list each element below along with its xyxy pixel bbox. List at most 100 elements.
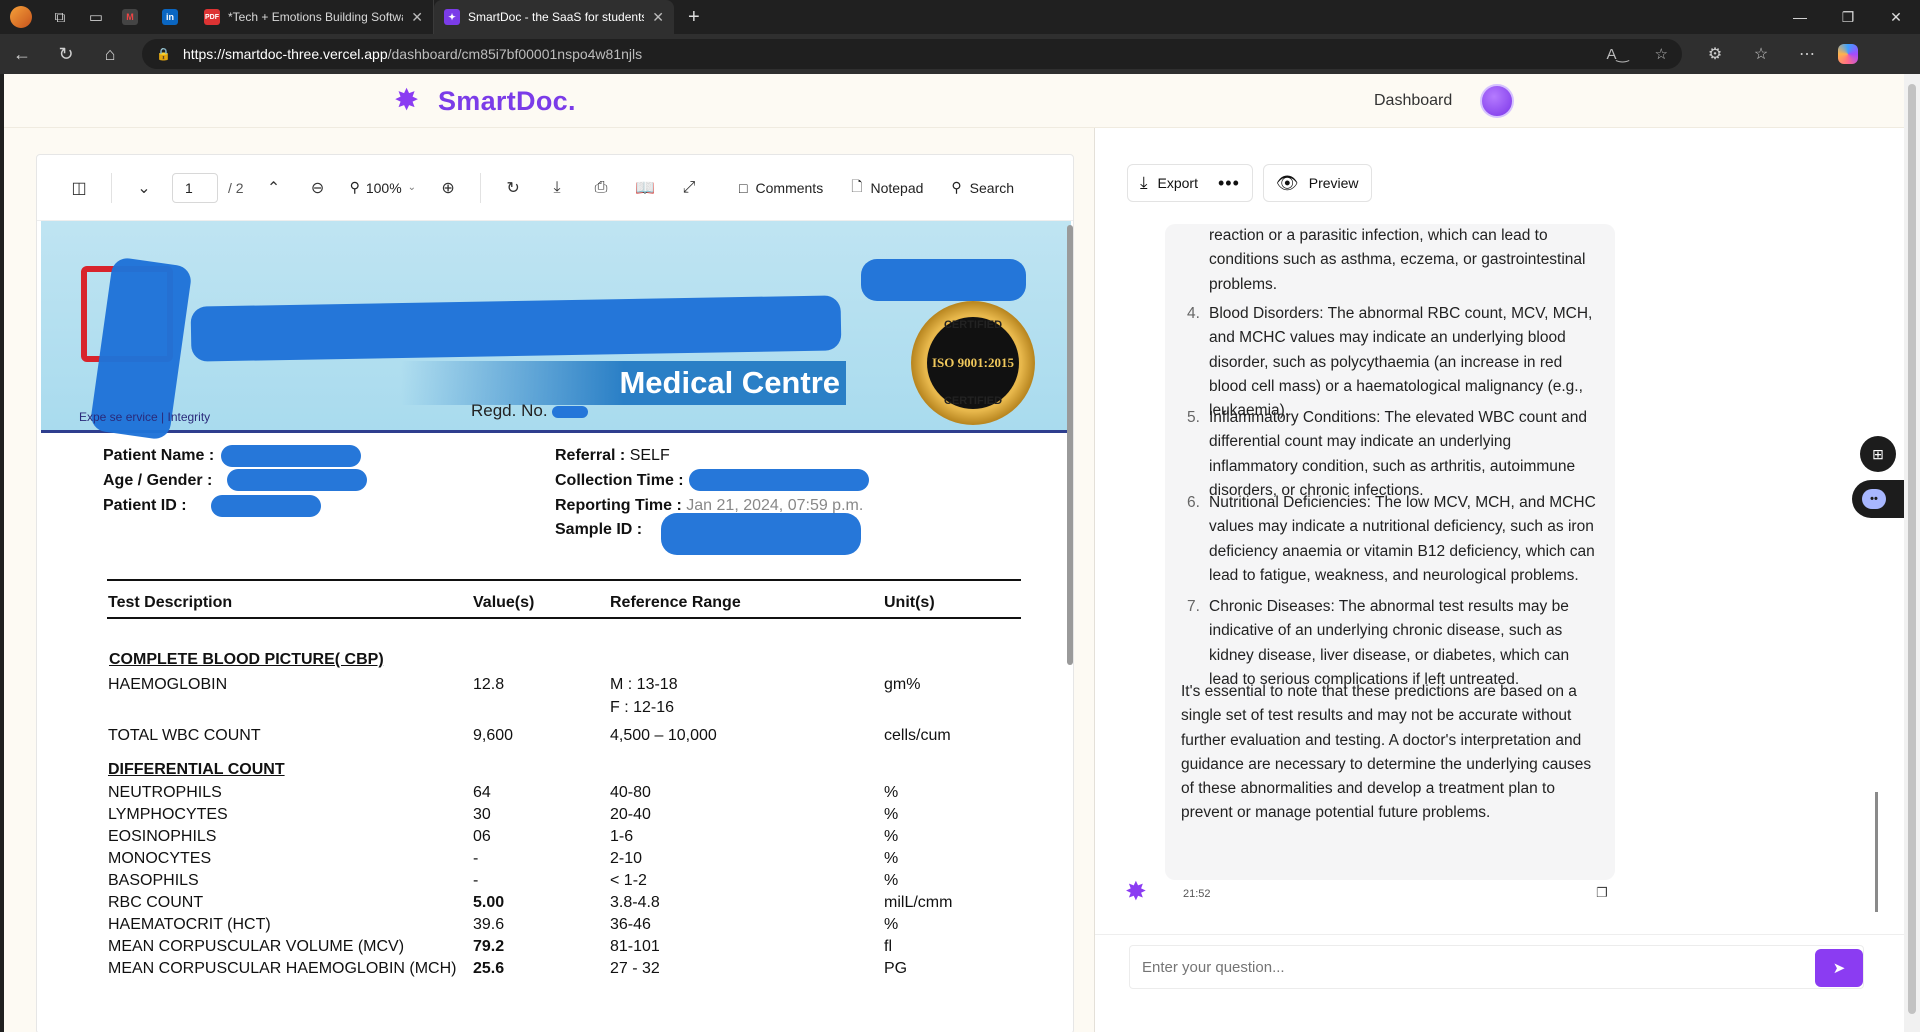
sample-id-field: Sample ID :: [555, 521, 642, 539]
copy-icon[interactable]: ❐: [1589, 880, 1615, 906]
result-row: MEAN CORPUSCULAR HAEMOGLOBIN (MCH) 25.6 27…: [108, 960, 1048, 982]
referral-value: SELF: [629, 447, 670, 464]
pdf-scrollbar[interactable]: [1067, 225, 1073, 665]
result-row: MEAN CORPUSCULAR VOLUME (MCV) 79.2 81-101 f…: [108, 938, 1048, 960]
regd-label: Regd. No.: [471, 401, 548, 420]
redaction-mark: [661, 513, 861, 555]
test-value: 25.6: [473, 960, 505, 977]
fullscreen-icon[interactable]: ⤢: [667, 179, 711, 197]
nav-dashboard-link[interactable]: Dashboard: [1374, 92, 1452, 110]
extensions-icon[interactable]: ⚙: [1692, 44, 1738, 64]
browser-profile-avatar[interactable]: [10, 6, 32, 28]
assistant-widget[interactable]: ••: [1852, 480, 1904, 518]
refresh-icon[interactable]: ↻: [44, 34, 88, 74]
eye-icon: 👁: [1275, 172, 1299, 193]
zoom-in-icon[interactable]: ⊕: [426, 178, 470, 198]
result-row: BASOPHILS - < 1-2%: [108, 872, 1048, 894]
zoom-out-icon[interactable]: ⊖: [296, 178, 340, 198]
rotate-icon[interactable]: ↻: [491, 178, 535, 198]
print-icon[interactable]: ⎙: [579, 179, 623, 197]
tab-smartdoc[interactable]: ✦ SmartDoc - the SaaS for students ✕: [434, 0, 674, 34]
book-view-icon[interactable]: 📖: [623, 178, 667, 198]
result-row: TOTAL WBC COUNT 9,600 4,500 – 10,000 cel…: [108, 727, 1048, 749]
notepad-button[interactable]: 🗋 Notepad: [851, 176, 923, 200]
message-timestamp: 21:52: [1183, 888, 1211, 900]
lock-icon[interactable]: 🔒: [156, 47, 171, 61]
prev-page-chevron-up-icon[interactable]: ⌃: [252, 178, 296, 198]
test-range: M : 13-18: [610, 676, 678, 693]
tab-linkedin[interactable]: in: [154, 0, 194, 34]
read-aloud-icon[interactable]: A‿: [1606, 45, 1628, 63]
send-button[interactable]: ➤: [1815, 949, 1863, 987]
tab-actions-icon[interactable]: ▭: [78, 0, 114, 34]
page-scrollbar-thumb[interactable]: [1908, 84, 1916, 1014]
next-page-chevron-down-icon[interactable]: ⌄: [122, 178, 166, 198]
toolbar-divider: [111, 172, 112, 203]
home-icon[interactable]: ⌂: [88, 34, 132, 74]
col-reference-range: Reference Range: [610, 594, 741, 611]
test-name: MONOCYTES: [108, 850, 212, 867]
zoom-dropdown[interactable]: ⚲ 100% ⌄: [350, 179, 416, 196]
closing-paragraph: It's essential to note that these predic…: [1181, 683, 1592, 822]
sample-id-label: Sample ID :: [555, 521, 643, 538]
tab-gmail[interactable]: M: [114, 0, 154, 34]
test-range: 81-101: [610, 938, 660, 955]
close-tab-icon[interactable]: ✕: [652, 9, 664, 26]
user-avatar[interactable]: [1480, 84, 1514, 118]
test-name: BASOPHILS: [108, 872, 199, 889]
patient-id-field: Patient ID :: [103, 497, 187, 515]
test-value: 64: [473, 784, 491, 801]
close-tab-icon[interactable]: ✕: [411, 9, 423, 26]
assistant-message: reaction or a parasitic infection, which…: [1165, 224, 1615, 880]
url-field[interactable]: 🔒 https://smartdoc-three.vercel.app /das…: [142, 39, 1682, 69]
new-tab-button[interactable]: +: [688, 6, 700, 29]
more-menu-icon[interactable]: ⋯: [1784, 44, 1830, 64]
smartdoc-favicon-icon: ✦: [444, 9, 460, 25]
search-icon: ⚲: [951, 179, 962, 195]
chat-scrollbar[interactable]: [1875, 792, 1878, 912]
minimize-icon[interactable]: —: [1776, 0, 1824, 34]
download-icon: ⤓: [1140, 173, 1148, 192]
lab-name-banner: Medical Centre: [401, 361, 846, 405]
apps-widget-icon[interactable]: ⊞: [1860, 436, 1896, 472]
test-unit: %: [884, 916, 899, 933]
result-row: HAEMATOCRIT (HCT) 39.6 36-46%: [108, 916, 1048, 938]
test-value: 39.6: [473, 916, 505, 933]
list-item-number: 5.: [1187, 409, 1200, 426]
test-range: 40-80: [610, 784, 651, 801]
notepad-icon: 🗋: [851, 177, 863, 194]
back-icon[interactable]: ←: [0, 34, 44, 74]
test-value: 30: [473, 806, 491, 823]
download-icon[interactable]: ⤓: [535, 179, 579, 197]
page-total: / 2: [228, 179, 244, 196]
referral-field: Referral : SELF: [555, 447, 670, 465]
restore-icon[interactable]: ❐: [1824, 0, 1872, 34]
patient-name-field: Patient Name :: [103, 447, 214, 465]
comments-button[interactable]: □ Comments: [739, 180, 823, 196]
favorite-star-icon[interactable]: ☆: [1655, 45, 1668, 63]
export-button[interactable]: ⤓ Export •••: [1127, 164, 1253, 202]
more-options-icon[interactable]: •••: [1218, 173, 1240, 194]
redaction-mark: [227, 469, 367, 491]
list-item-number: 4.: [1187, 305, 1200, 322]
tab-title: SmartDoc - the SaaS for students: [468, 10, 645, 24]
question-input[interactable]: [1129, 945, 1864, 989]
result-row: MONOCYTES - 2-10%: [108, 850, 1048, 872]
gmail-icon: M: [122, 9, 138, 25]
result-row: EOSINOPHILS 06 1-6%: [108, 828, 1048, 850]
page-number-input[interactable]: 1: [172, 172, 218, 203]
pdf-page: Medical Centre Expe se ervice | Integrit…: [41, 221, 1071, 1032]
brand-logo[interactable]: ✸ SmartDoc.: [394, 84, 576, 118]
close-window-icon[interactable]: ✕: [1872, 0, 1920, 34]
preview-button[interactable]: 👁 Preview: [1262, 164, 1372, 202]
search-button[interactable]: ⚲ Search: [951, 179, 1014, 196]
test-unit: cells/cum: [884, 727, 951, 744]
favorites-icon[interactable]: ☆: [1738, 44, 1784, 64]
tab-pdf-document[interactable]: PDF *Tech + Emotions Building Softwa ✕: [194, 0, 434, 34]
export-label: Export: [1157, 175, 1198, 191]
zoom-level: 100%: [365, 179, 402, 196]
workspaces-icon[interactable]: ⧉: [42, 0, 78, 34]
copilot-icon[interactable]: [1838, 44, 1858, 64]
page-scrollbar[interactable]: [1904, 74, 1920, 1032]
sidebar-toggle-icon[interactable]: ◫: [57, 178, 101, 198]
